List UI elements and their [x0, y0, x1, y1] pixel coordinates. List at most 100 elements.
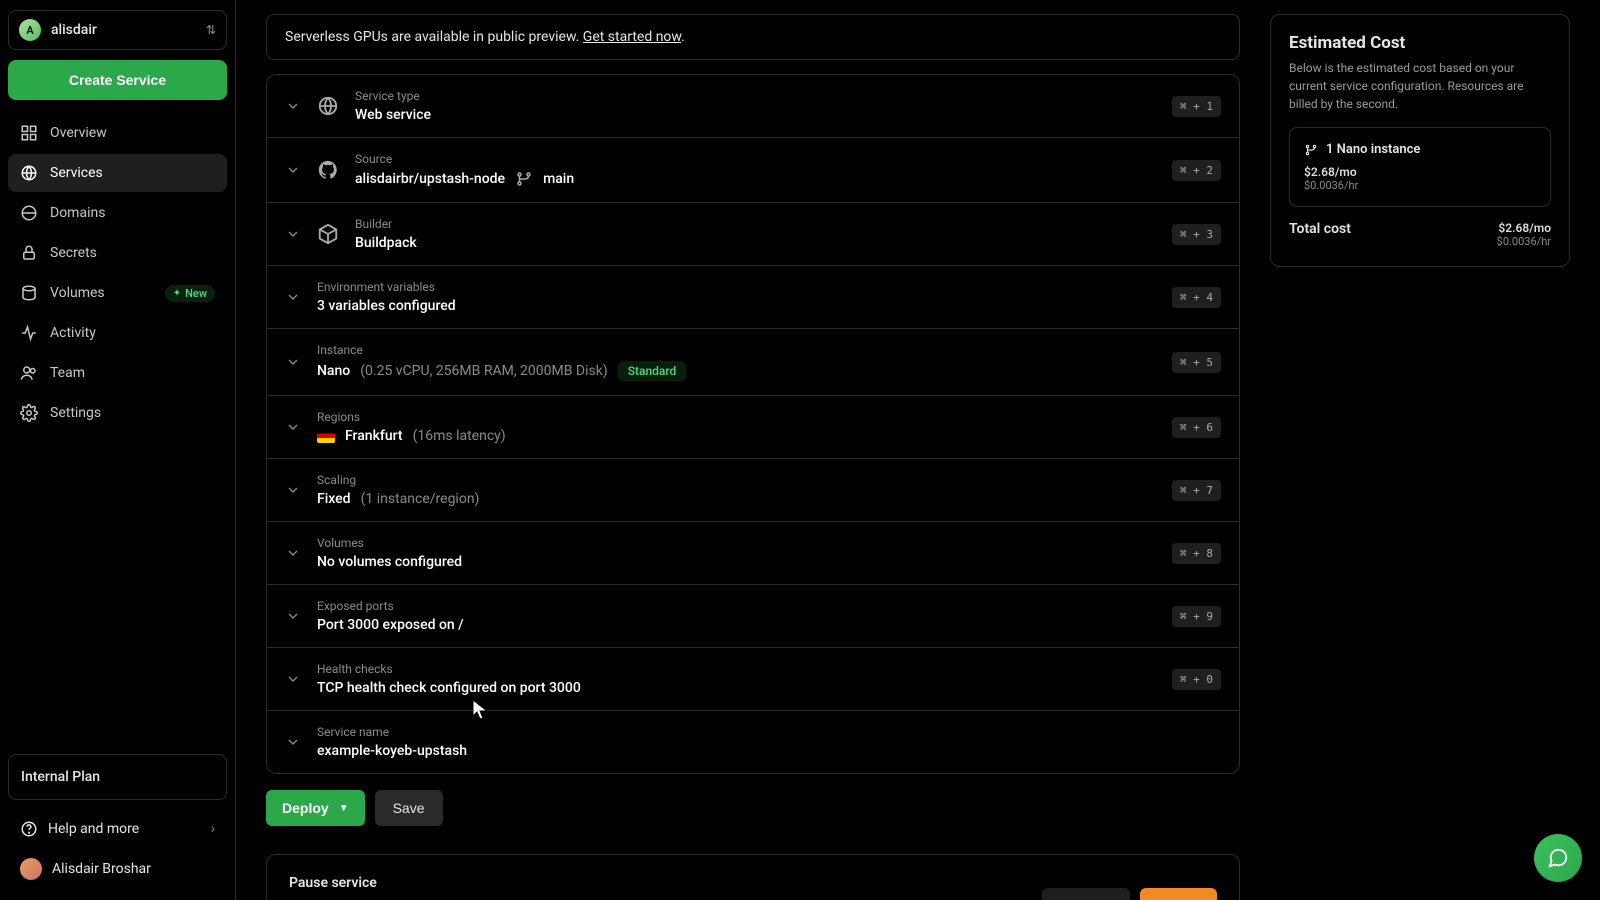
user-name: Alisdair Broshar [52, 861, 151, 877]
nav-label: Settings [50, 405, 101, 421]
resume-button[interactable]: Resume [1042, 888, 1130, 900]
activity-icon [20, 324, 38, 342]
nav-secrets[interactable]: Secrets [8, 234, 227, 272]
pause-button[interactable]: Pause [1140, 888, 1217, 900]
github-icon [317, 159, 339, 181]
nav-label: Volumes [50, 285, 105, 301]
nav-team[interactable]: Team [8, 354, 227, 392]
deploy-label: Deploy [282, 800, 329, 816]
action-bar: Deploy ▼ Save [266, 790, 1240, 826]
gear-icon [20, 404, 38, 422]
help-icon [20, 820, 38, 838]
avatar [20, 858, 42, 880]
nav-overview[interactable]: Overview [8, 114, 227, 152]
row-scaling[interactable]: Scaling Fixed (1 instance/region) ⌘ + 7 [267, 459, 1239, 522]
branch-name: main [543, 171, 574, 187]
deploy-button[interactable]: Deploy ▼ [266, 790, 365, 826]
row-service-name[interactable]: Service name example-koyeb-upstash [267, 711, 1239, 773]
database-icon [20, 284, 38, 302]
cost-desc: Below is the estimated cost based on you… [1289, 59, 1551, 113]
badge-new: New [165, 285, 215, 302]
gpu-banner: Serverless GPUs are available in public … [266, 14, 1240, 60]
row-label: Environment variables [317, 280, 1156, 294]
row-env[interactable]: Environment variables 3 variables config… [267, 266, 1239, 329]
chevron-down-icon [285, 289, 301, 305]
nav-label: Domains [50, 205, 105, 221]
scaling-detail: (1 instance/region) [361, 491, 480, 507]
cost-per-mo: $2.68/mo [1304, 165, 1536, 179]
kbd-shortcut: ⌘ + 9 [1172, 606, 1221, 627]
chat-icon [1547, 847, 1569, 869]
row-value: example-koyeb-upstash [317, 743, 1221, 759]
region-city: Frankfurt [345, 428, 403, 444]
row-label: Regions [317, 410, 1156, 424]
globe-icon [20, 164, 38, 182]
row-source[interactable]: Source alisdairbr/upstash-node main ⌘ + … [267, 138, 1239, 203]
row-regions[interactable]: Regions Frankfurt (16ms latency) ⌘ + 6 [267, 396, 1239, 459]
instance-name: Nano [317, 363, 350, 379]
org-name: alisdair [51, 22, 196, 38]
row-health[interactable]: Health checks TCP health check configure… [267, 648, 1239, 711]
nav-settings[interactable]: Settings [8, 394, 227, 432]
row-label: Service name [317, 725, 1221, 739]
chevron-down-icon [285, 419, 301, 435]
cost-card: Estimated Cost Below is the estimated co… [1270, 14, 1570, 267]
cost-per-hr: $0.0036/hr [1304, 179, 1536, 192]
row-label: Health checks [317, 662, 1156, 676]
main: Serverless GPUs are available in public … [236, 0, 1600, 900]
globe-icon [317, 95, 339, 117]
chat-fab[interactable] [1534, 834, 1582, 882]
cost-title: Estimated Cost [1289, 33, 1551, 53]
row-service-type[interactable]: Service type Web service ⌘ + 1 [267, 75, 1239, 138]
pause-title: Pause service [289, 875, 1022, 891]
plan-box[interactable]: Internal Plan [8, 754, 227, 800]
chevron-down-icon [285, 226, 301, 242]
plan-label: Internal Plan [21, 769, 214, 785]
kbd-shortcut: ⌘ + 3 [1172, 224, 1221, 245]
nav-label: Team [50, 365, 85, 381]
row-value: No volumes configured [317, 554, 1156, 570]
nav-activity[interactable]: Activity [8, 314, 227, 352]
row-label: Service type [355, 89, 1156, 103]
globe-alt-icon [20, 204, 38, 222]
org-switcher[interactable]: A alisdair ⇅ [8, 10, 227, 50]
row-instance[interactable]: Instance Nano (0.25 vCPU, 256MB RAM, 200… [267, 329, 1239, 396]
nav-domains[interactable]: Domains [8, 194, 227, 232]
chevron-down-icon: ▼ [339, 803, 349, 814]
sidebar: A alisdair ⇅ Create Service Overview Ser… [0, 0, 236, 900]
branch-icon [515, 170, 533, 188]
users-icon [20, 364, 38, 382]
package-icon [317, 223, 339, 245]
nav: Overview Services Domains Secrets Volume… [8, 114, 227, 432]
row-value: Port 3000 exposed on / [317, 617, 1156, 633]
create-service-button[interactable]: Create Service [8, 60, 227, 100]
row-label: Scaling [317, 473, 1156, 487]
grid-icon [20, 124, 38, 142]
tier-badge: Standard [618, 361, 687, 381]
banner-link[interactable]: Get started now [583, 29, 681, 45]
nav-volumes[interactable]: Volumes New [8, 274, 227, 312]
chevron-updown-icon: ⇅ [206, 23, 216, 37]
row-ports[interactable]: Exposed ports Port 3000 exposed on / ⌘ +… [267, 585, 1239, 648]
repo-name: alisdairbr/upstash-node [355, 171, 505, 187]
nav-label: Secrets [50, 245, 97, 261]
branch-small-icon [1304, 143, 1318, 157]
chevron-right-icon: › [211, 821, 215, 837]
row-volumes[interactable]: Volumes No volumes configured ⌘ + 8 [267, 522, 1239, 585]
row-value: 3 variables configured [317, 298, 1156, 314]
lock-icon [20, 244, 38, 262]
chevron-down-icon [285, 734, 301, 750]
save-button[interactable]: Save [375, 790, 443, 826]
nav-services[interactable]: Services [8, 154, 227, 192]
total-mo: $2.68/mo [1497, 221, 1551, 235]
banner-text: Serverless GPUs are available in public … [285, 29, 583, 45]
row-label: Instance [317, 343, 1156, 357]
chevron-down-icon [285, 354, 301, 370]
kbd-shortcut: ⌘ + 6 [1172, 417, 1221, 438]
region-latency: (16ms latency) [413, 428, 506, 444]
row-builder[interactable]: Builder Buildpack ⌘ + 3 [267, 203, 1239, 266]
user-menu[interactable]: Alisdair Broshar [8, 848, 227, 890]
instance-spec: (0.25 vCPU, 256MB RAM, 2000MB Disk) [360, 363, 608, 379]
banner-tail: . [681, 29, 685, 45]
help-button[interactable]: Help and more › [8, 810, 227, 848]
